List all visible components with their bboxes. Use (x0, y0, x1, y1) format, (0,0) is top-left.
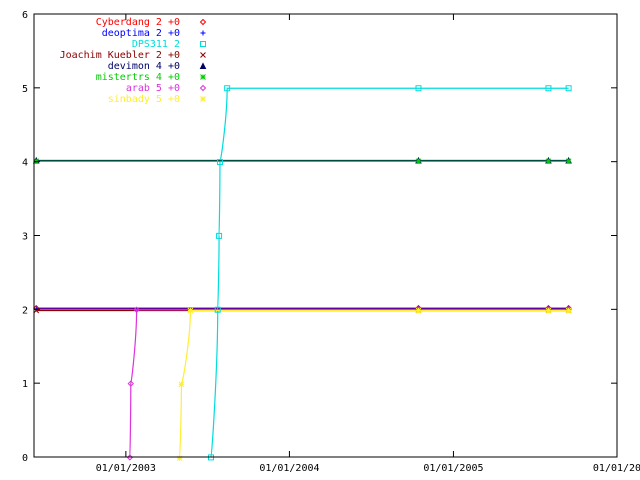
data-point-marker (565, 307, 572, 314)
y-tick-label: 3 (22, 232, 28, 243)
legend-entry-label: arab 5 +0 (126, 83, 180, 94)
x-tick-label: 01/01/2004 (259, 463, 319, 474)
x-tick-label: 01/01/20 (593, 463, 640, 474)
data-point-marker (200, 74, 206, 80)
data-point-marker (200, 96, 206, 102)
x-tick-label: 01/01/2003 (96, 463, 156, 474)
data-point-marker (415, 307, 422, 314)
data-point-marker (565, 158, 572, 165)
y-tick-label: 1 (22, 379, 28, 390)
legend-entry-label: mistertrs 4 +0 (96, 72, 180, 83)
legend-entry-label: devimon 4 +0 (108, 61, 180, 72)
data-point-marker (545, 158, 552, 165)
data-point-marker (178, 381, 185, 388)
data-point-marker (545, 307, 552, 314)
legend-entry-label: Cyberdang 2 +0 (96, 17, 180, 28)
y-tick-label: 2 (22, 305, 28, 316)
y-tick-label: 6 (22, 10, 28, 21)
y-tick-label: 4 (22, 158, 28, 169)
data-point-marker (415, 158, 422, 165)
legend-entry-label: Joachim Kuebler 2 +0 (60, 50, 180, 61)
legend-entry-label: DPS311 2 (132, 39, 180, 50)
legend-entry-label: deoptima 2 +0 (102, 28, 180, 39)
data-point-marker (187, 307, 194, 314)
y-tick-label: 0 (22, 453, 28, 464)
x-tick-label: 01/01/2005 (423, 463, 483, 474)
y-tick-label: 5 (22, 84, 28, 95)
data-point-marker (176, 455, 183, 462)
legend-entry-label: sinbady 5 +0 (108, 94, 180, 105)
chart: 0 1 2 3 4 5 6 01/01/2003 01/01/2004 01/01/2005 01/… (0, 0, 640, 480)
